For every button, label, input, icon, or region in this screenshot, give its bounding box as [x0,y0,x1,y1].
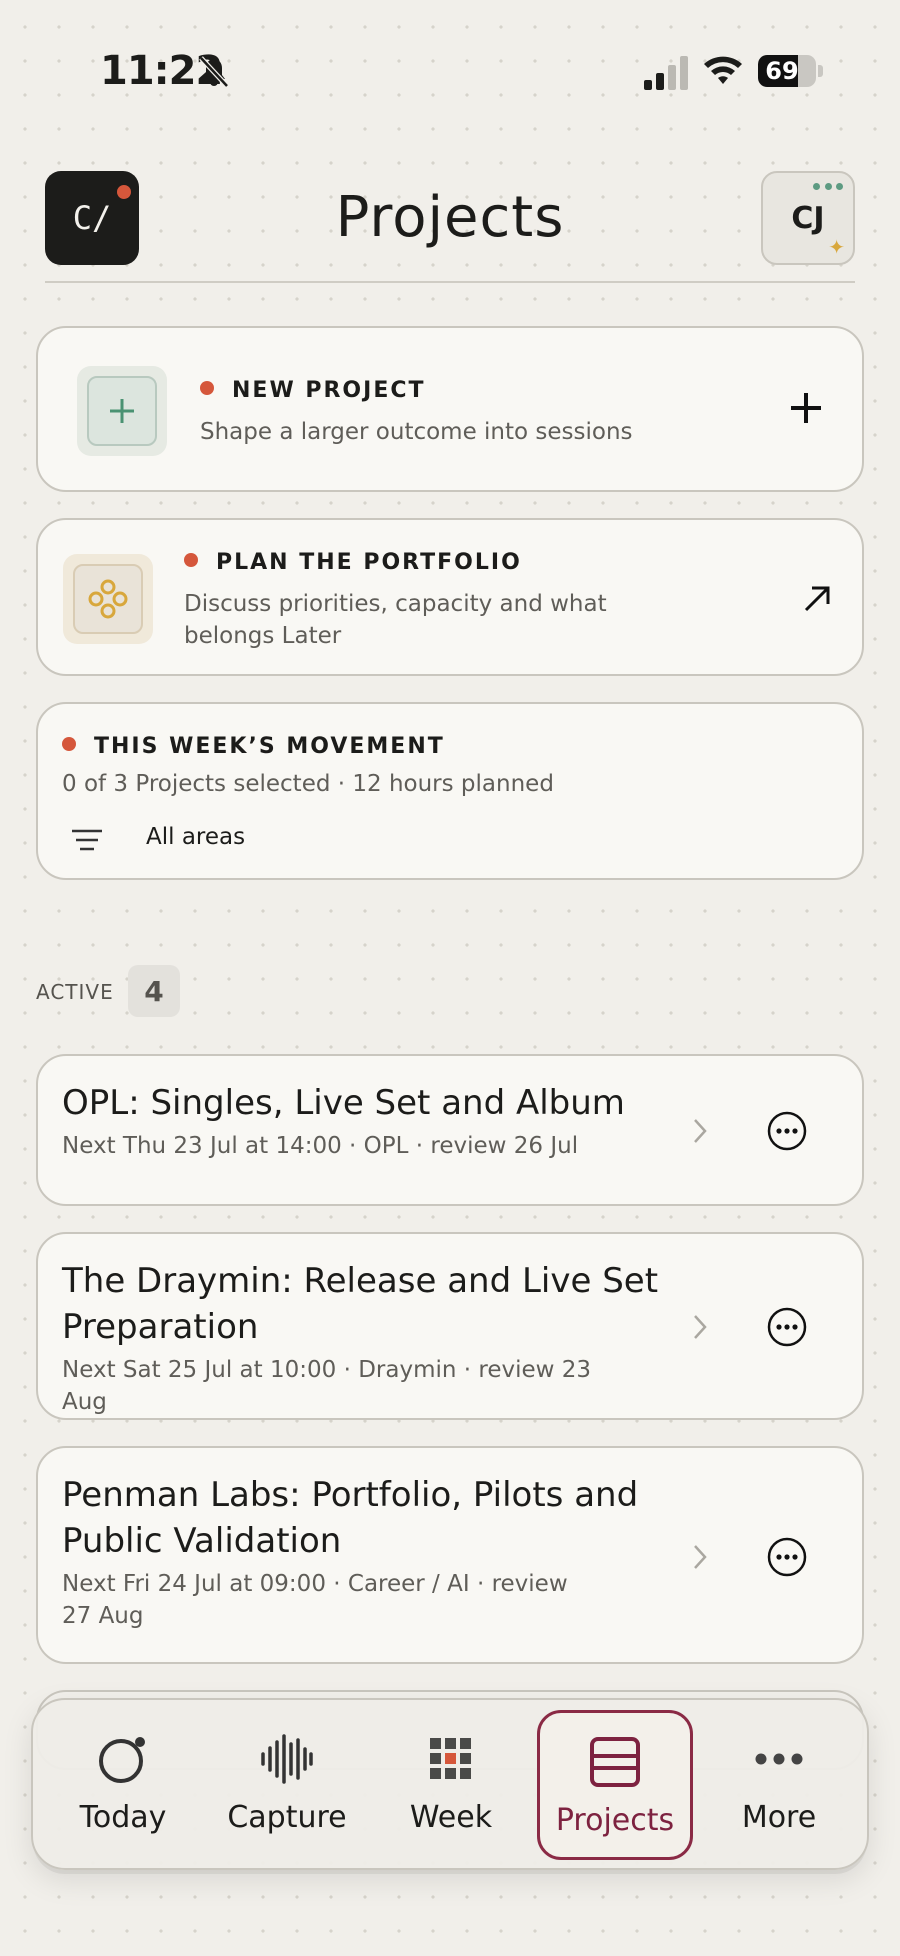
active-count-badge: 4 [128,965,180,1017]
arrow-up-right-icon[interactable] [800,582,834,616]
status-bar: 11:22 69 [0,0,900,145]
area-filter-button[interactable]: All areas [146,824,245,850]
chevron-right-icon [694,1119,707,1143]
portfolio-icon-tile [63,554,153,644]
battery-percent: 69 [765,57,799,85]
portfolio-title: PLAN THE PORTFOLIO [184,550,522,575]
plan-portfolio-card[interactable]: PLAN THE PORTFOLIO Discuss priorities, c… [36,518,864,676]
header-divider [45,281,855,283]
add-icon[interactable] [788,390,824,426]
tab-label: More [741,1800,817,1835]
tab-label: Week [409,1800,493,1835]
tab-more[interactable]: More [701,1710,857,1860]
portfolio-subtitle: Discuss priorities, capacity and what be… [184,591,607,649]
bell-slash-icon [199,56,229,88]
project-meta: Next Thu 23 Jul at 14:00 · OPL · review … [62,1133,579,1159]
circle-dot-icon [99,1737,145,1783]
project-title: OPL: Singles, Live Set and Album [62,1083,625,1123]
cellular-signal-icon [644,56,688,90]
new-project-subtitle: Shape a larger outcome into sessions [200,419,633,445]
chevron-right-icon [694,1545,707,1569]
status-dots-icon [813,183,843,191]
tab-today[interactable]: Today [45,1710,201,1860]
plus-square-icon [87,376,157,446]
sparkle-icon: ✦ [828,235,845,259]
movement-subtitle: 0 of 3 Projects selected · 12 hours plan… [62,771,554,797]
tab-week[interactable]: Week [373,1710,529,1860]
new-project-card[interactable]: NEW PROJECT Shape a larger outcome into … [36,326,864,492]
tab-label: Capture [227,1800,347,1835]
tab-projects[interactable]: Projects [537,1710,693,1860]
avatar-initials: CJ [791,200,825,236]
tab-bar: Today Capture Week Projects More [31,1698,869,1870]
more-options-icon[interactable] [766,1306,808,1348]
avatar-button[interactable]: CJ ✦ [761,171,855,265]
tab-label: Projects [555,1803,675,1838]
grid-icon [430,1738,471,1779]
project-title: Penman Labs: Portfolio, Pilots and Publi… [62,1475,639,1561]
projects-icon [590,1737,640,1787]
wifi-icon [704,56,742,84]
project-meta: Next Sat 25 Jul at 10:00 · Draymin · rev… [62,1357,592,1415]
waveform-icon [261,1734,313,1784]
tab-capture[interactable]: Capture [209,1710,365,1860]
movement-title: THIS WEEK’S MOVEMENT [62,734,445,759]
more-options-icon[interactable] [766,1536,808,1578]
header: C/ Projects CJ ✦ [0,165,900,285]
battery-indicator: 69 [758,55,823,87]
project-row[interactable]: Penman Labs: Portfolio, Pilots and Publi… [36,1446,864,1664]
section-label-active: ACTIVE [36,980,114,1004]
more-options-icon[interactable] [766,1110,808,1152]
new-project-icon-tile [77,366,167,456]
weekly-movement-card[interactable]: THIS WEEK’S MOVEMENT 0 of 3 Projects sel… [36,702,864,880]
filter-icon[interactable] [70,826,104,854]
tab-label: Today [79,1800,167,1835]
project-row[interactable]: OPL: Singles, Live Set and Album Next Th… [36,1054,864,1206]
chevron-right-icon [694,1315,707,1339]
ellipsis-icon [755,1753,803,1765]
project-row[interactable]: The Draymin: Release and Live Set Prepar… [36,1232,864,1420]
new-project-title: NEW PROJECT [200,378,426,403]
project-title: The Draymin: Release and Live Set Prepar… [62,1261,659,1347]
project-meta: Next Fri 24 Jul at 09:00 · Career / AI ·… [62,1571,568,1629]
portfolio-nodes-icon [73,564,143,634]
